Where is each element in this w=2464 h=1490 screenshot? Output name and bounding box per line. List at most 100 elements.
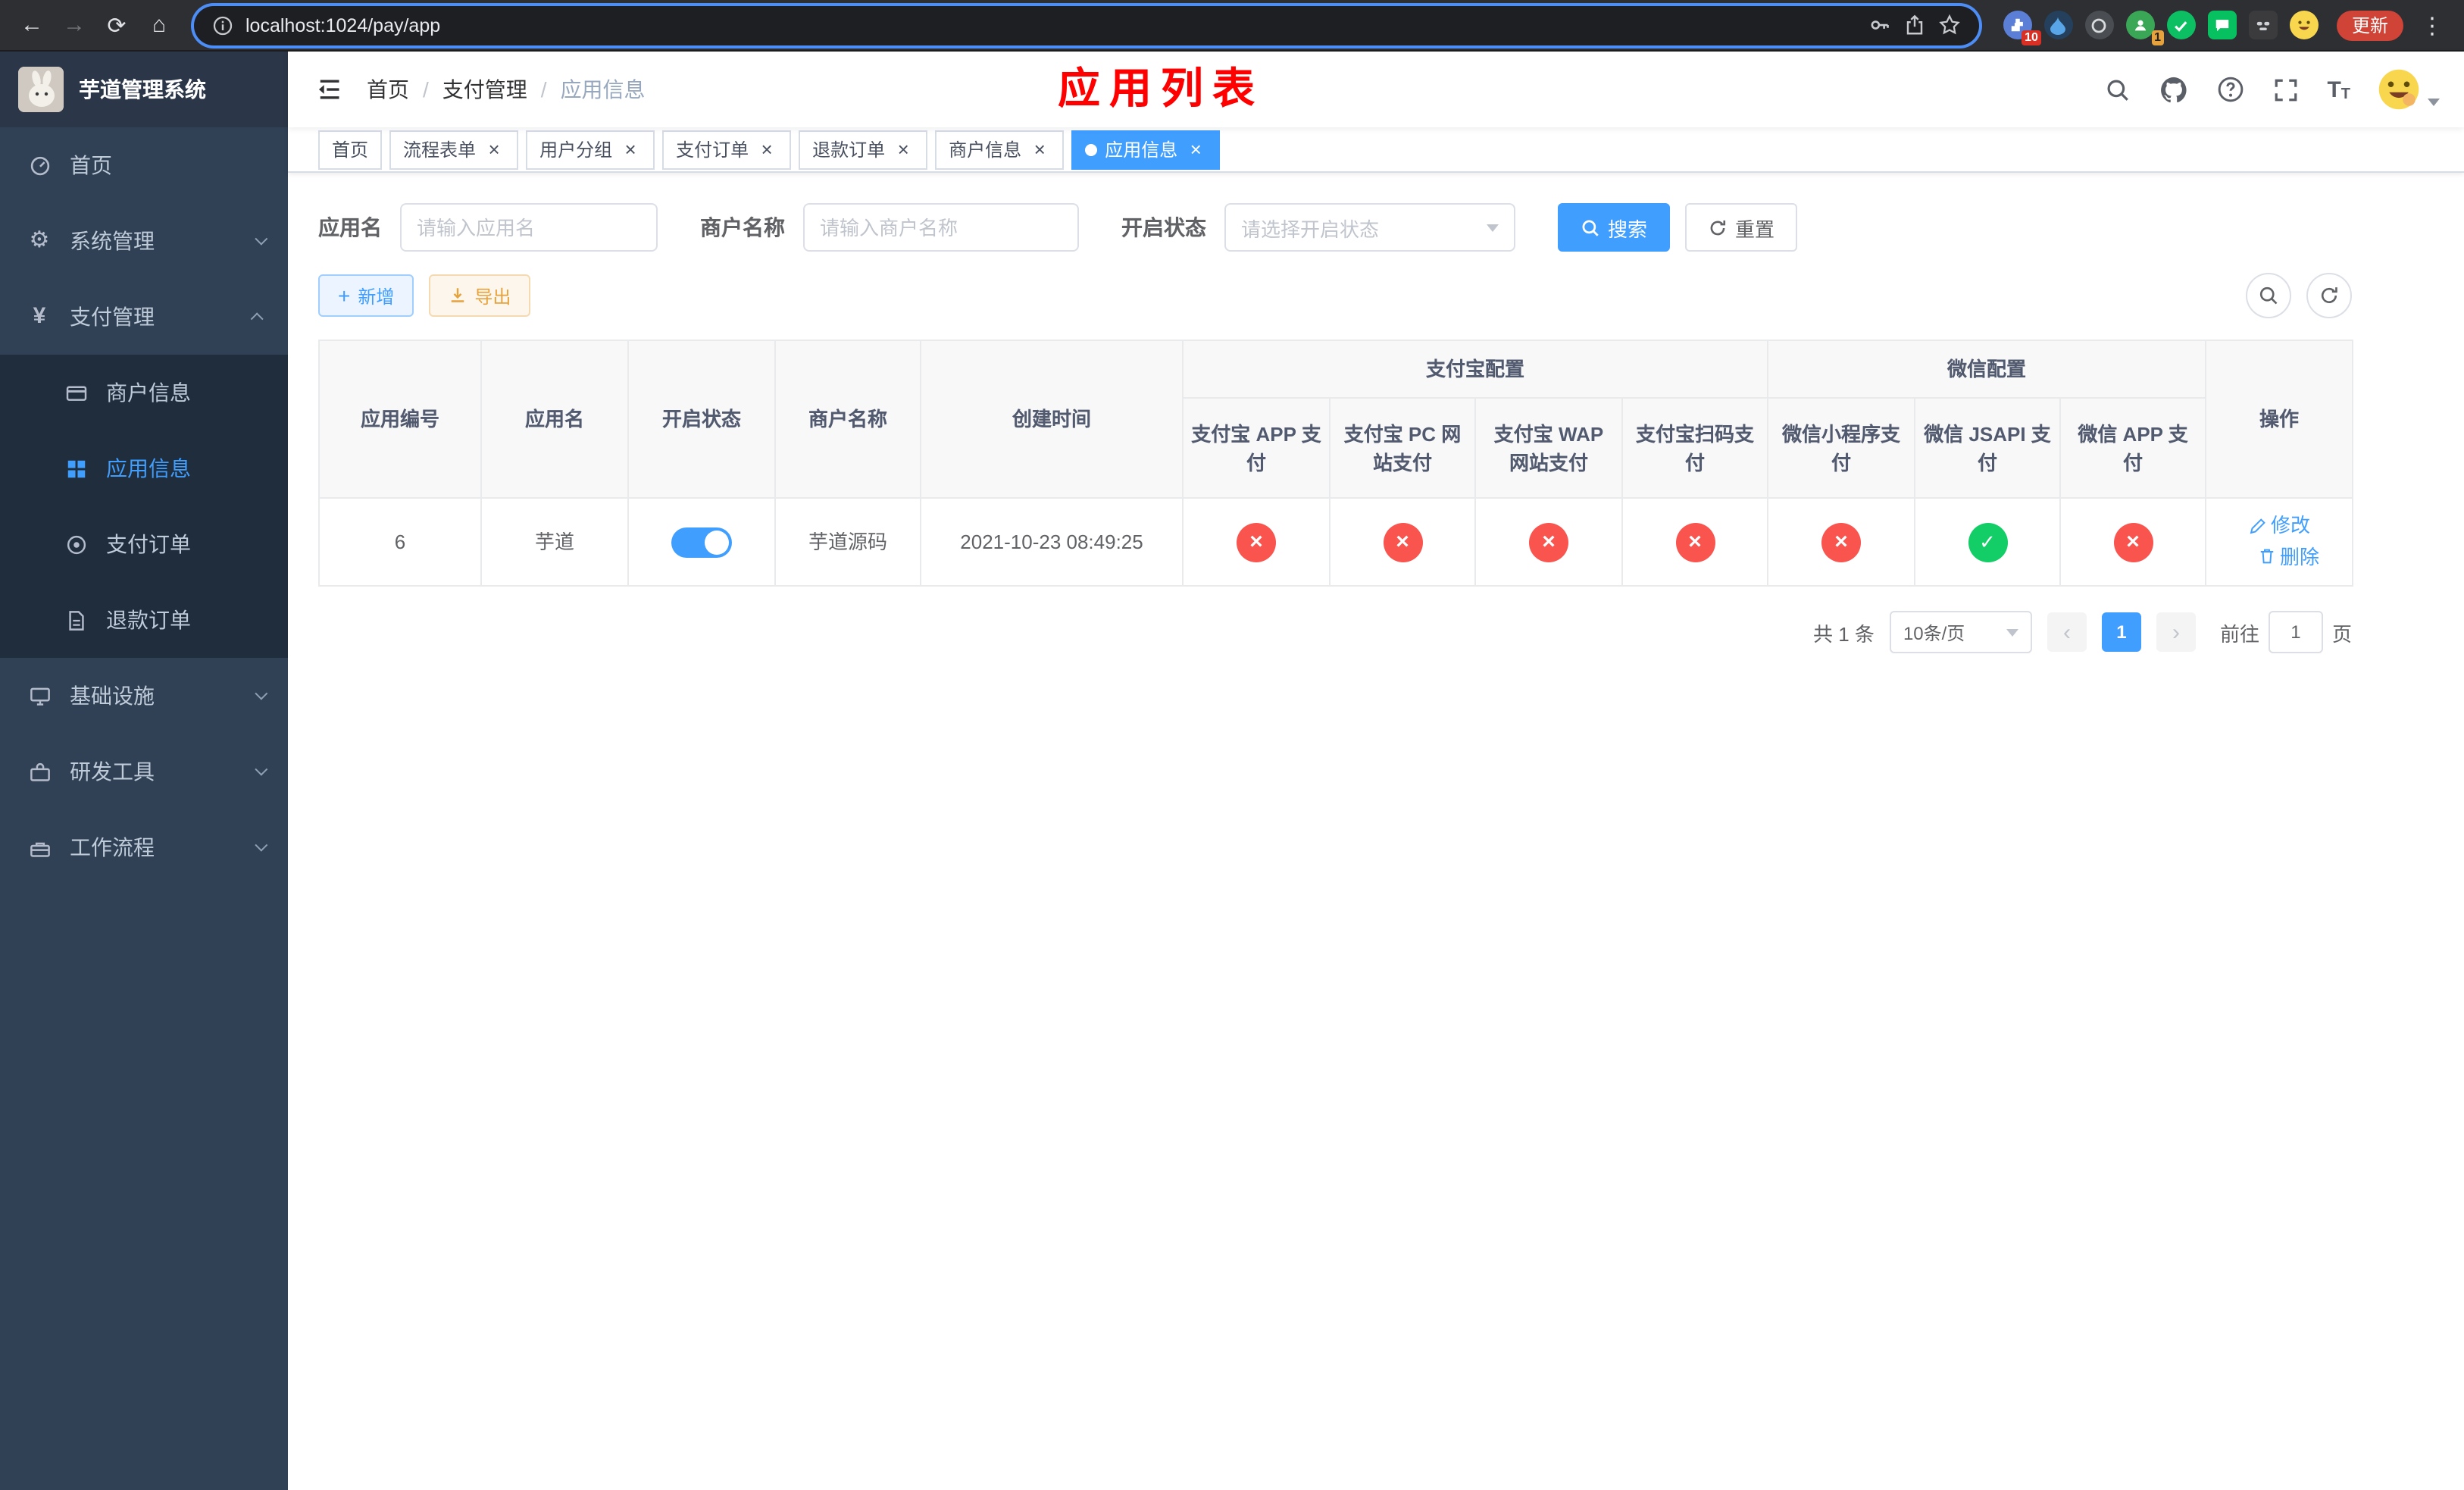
breadcrumb-item[interactable]: 首页 [367,74,409,105]
back-icon[interactable]: ← [12,5,52,45]
sidebar-logo[interactable]: 芋道管理系统 [0,52,288,127]
sidebar-item-pay-order[interactable]: 支付订单 [0,506,288,582]
tag-label: 支付订单 [676,139,749,161]
password-key-icon[interactable] [1868,14,1891,36]
goto-page-input[interactable] [2268,611,2323,653]
order-icon [64,532,88,556]
close-icon[interactable] [620,139,641,160]
add-button[interactable]: + 新增 [318,274,414,317]
page-size-select[interactable]: 10条/页 [1889,611,2032,653]
table-toolbar: + 新增 导出 [318,273,2352,318]
help-icon[interactable] [2215,74,2245,105]
col-header-wechat-app: 微信 APP 支付 [2059,397,2207,499]
sidebar-item-label: 首页 [70,153,112,177]
goto-prefix-label: 前往 [2219,622,2259,645]
home-icon[interactable]: ⌂ [139,5,179,45]
next-page-button[interactable]: › [2156,612,2196,652]
sidebar-item-system[interactable]: ⚙ 系统管理 [0,203,288,279]
tag-app-info[interactable]: 应用信息 [1071,130,1221,169]
close-icon[interactable] [1029,139,1050,160]
update-button[interactable]: 更新 [2336,10,2403,40]
app-name-input-wrap [400,203,658,252]
close-icon[interactable] [483,139,505,160]
extension-emoji-icon[interactable] [2289,11,2319,39]
gear-icon: ⚙ [29,227,50,253]
sidebar-item-infra[interactable]: 基础设施 [0,658,288,734]
extension-check-icon[interactable] [2166,11,2196,39]
tag-merchant-info[interactable]: 商户信息 [935,130,1065,169]
main-area: 首页 / 支付管理 / 应用信息 应用列表 T T 首页 流程表单 × 用户分组… [288,52,2464,1490]
prev-page-button[interactable]: ‹ [2047,612,2087,652]
navbar-actions: TT [2103,67,2440,112]
forward-icon[interactable]: → [55,5,94,45]
tag-pay-order[interactable]: 支付订单 [662,130,792,169]
workflow-icon [27,835,52,859]
refresh-button[interactable] [2306,273,2352,318]
cell-alipay-pc [1329,497,1476,587]
chevron-down-icon [255,687,268,700]
share-icon[interactable] [1903,14,1926,36]
close-icon[interactable] [1185,139,1206,160]
col-header-app-name: 应用名 [480,340,629,499]
tag-home[interactable]: 首页 [318,130,383,169]
cell-merchant: 芋道源码 [774,497,921,587]
close-icon[interactable] [756,139,777,160]
chevron-down-icon [255,232,268,246]
status-select[interactable]: 请选择开启状态 [1224,203,1515,252]
sidebar-item-app-info[interactable]: 应用信息 [0,430,288,506]
font-size-icon[interactable]: TT [2327,77,2350,102]
bookmark-star-icon[interactable] [1938,14,1961,36]
delete-link[interactable]: 删除 [2257,542,2319,571]
cell-app-id: 6 [318,497,482,587]
tag-user-group[interactable]: 用户分组 [526,130,655,169]
sidebar-item-home[interactable]: 首页 [0,127,288,203]
browser-toolbar: ← → ⟳ ⌂ localhost:1024/pay/app 10 1 更新 ⋮ [0,0,2464,52]
col-header-alipay-pc: 支付宝 PC 网站支付 [1329,397,1476,499]
app-name-input[interactable] [417,216,641,239]
reset-button-label: 重置 [1735,218,1775,240]
page-title-annotation: 应用列表 [1058,65,1265,112]
extension-chat-icon[interactable] [2207,11,2237,39]
github-icon[interactable] [2159,74,2189,105]
cell-alipay-qr [1621,497,1769,587]
toggle-search-button[interactable] [2246,273,2291,318]
config-status-icon [1968,522,2008,562]
search-icon[interactable] [2103,74,2133,105]
sidebar-toggle-icon[interactable] [312,73,346,106]
reload-icon[interactable]: ⟳ [97,5,136,45]
sidebar-item-merchant-info[interactable]: 商户信息 [0,355,288,430]
page-number-button[interactable]: 1 [2101,612,2141,652]
sidebar-item-refund-order[interactable]: 退款订单 [0,582,288,658]
cell-created: 2021-10-23 08:49:25 [920,497,1184,587]
delete-link-label: 删除 [2280,545,2320,568]
sidebar-item-dev-tools[interactable]: 研发工具 [0,734,288,809]
breadcrumb-item[interactable]: 支付管理 [442,74,527,105]
browser-menu-icon[interactable]: ⋮ [2412,5,2452,45]
extension-drop-icon[interactable] [2043,11,2073,39]
sidebar: 芋道管理系统 首页 ⚙ 系统管理 ¥ 支付管理 商户信息 应用信息 支付订单 退… [0,52,288,1490]
merchant-name-input[interactable] [820,216,1062,239]
extension-badge: 1 [2151,30,2164,45]
tag-process-form[interactable]: 流程表单 [389,130,519,169]
user-menu[interactable] [2376,67,2440,112]
extension-green-avatar-icon[interactable]: 1 [2125,11,2164,45]
col-header-wechat-jsapi: 微信 JSAPI 支付 [1914,397,2062,499]
extension-puzzle-icon[interactable]: 10 [2003,11,2041,45]
extension-gray-icon[interactable] [2084,11,2114,39]
breadcrumb-item-current: 应用信息 [560,77,646,102]
sidebar-item-workflow[interactable]: 工作流程 [0,809,288,885]
search-button[interactable]: 搜索 [1558,203,1671,252]
export-button[interactable]: 导出 [429,274,531,317]
sidebar-item-payment[interactable]: ¥ 支付管理 [0,279,288,355]
reset-button[interactable]: 重置 [1685,203,1798,252]
close-icon[interactable] [893,139,914,160]
status-switch[interactable] [671,527,732,558]
extension-monkey-icon[interactable] [2248,11,2278,39]
tag-refund-order[interactable]: 退款订单 [799,130,928,169]
fullscreen-icon[interactable] [2271,74,2301,105]
address-bar[interactable]: localhost:1024/pay/app [194,5,1979,45]
merchant-name-input-wrap [803,203,1079,252]
config-status-icon [2113,522,2153,562]
cell-alipay-app [1182,497,1330,587]
edit-link[interactable]: 修改 [2248,511,2310,540]
